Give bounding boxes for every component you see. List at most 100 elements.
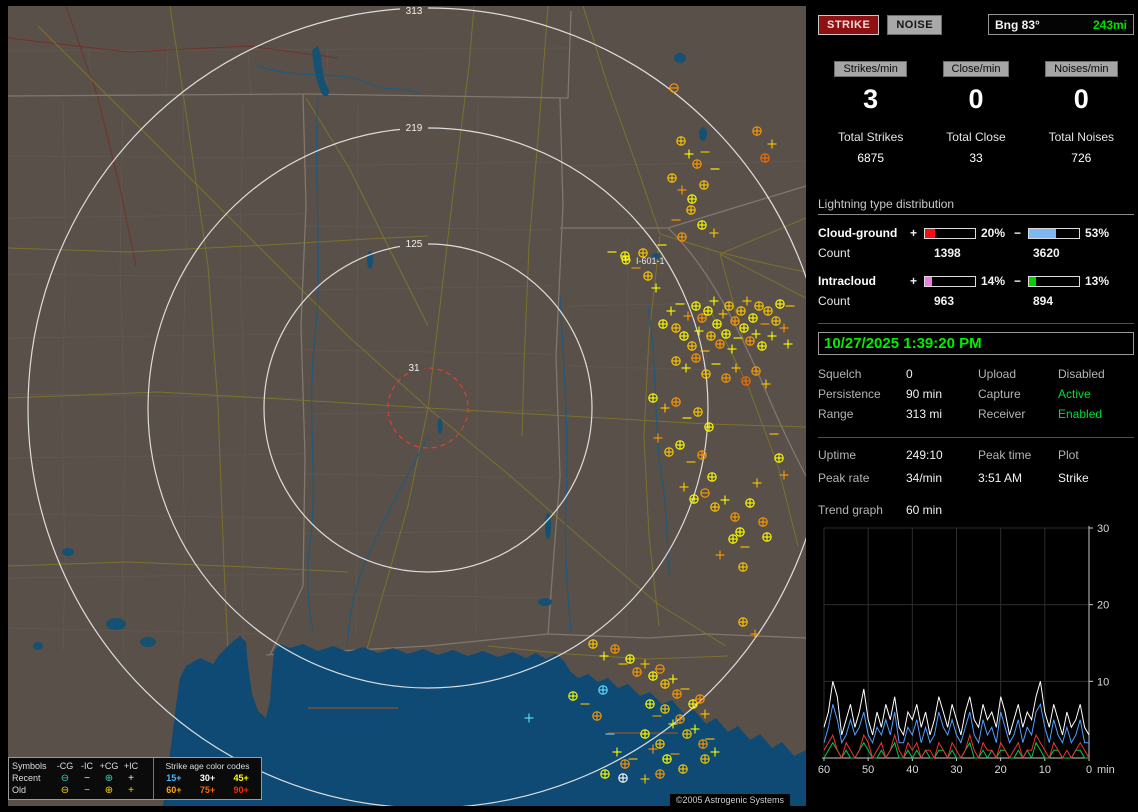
strike-cp: [748, 313, 758, 323]
distribution-title: Lightning type distribution: [818, 197, 1134, 215]
separator: [818, 437, 1134, 438]
noises-per-min-value: 0: [1073, 84, 1089, 114]
ic-negative-bar: [1028, 275, 1080, 287]
strike-cp: [712, 319, 722, 329]
squelch-label: Squelch: [818, 367, 862, 381]
close-per-min-button[interactable]: Close/min: [942, 61, 1010, 77]
strike-cp: [671, 397, 681, 407]
strike-cp: [638, 248, 648, 258]
bearing-value: Bng 83°: [995, 17, 1040, 32]
noises-per-min-button[interactable]: Noises/min: [1045, 61, 1118, 77]
strike-cp: [691, 301, 701, 311]
noise-button[interactable]: NOISE: [887, 14, 943, 35]
intracloud-row: Intracloud + 14% − 13%: [818, 271, 1134, 291]
uptime-value: 249:10: [906, 448, 943, 462]
strike-cp: [771, 316, 781, 326]
legend-col-header: -CG: [56, 761, 74, 771]
legend-symbol: ⊖: [60, 785, 70, 796]
plus-sign: +: [910, 226, 918, 240]
persistence-value: 90 min: [906, 387, 943, 401]
strike-cp: [662, 754, 672, 764]
datetime-display: 10/27/2025 1:39:20 PM: [818, 332, 1134, 355]
ic-positive-pct: 14%: [981, 274, 1006, 288]
strikes-column: Strikes/min 3 Total Strikes 6875: [818, 61, 923, 165]
strike-cp: [700, 754, 710, 764]
strike-cp: [730, 316, 740, 326]
minus-sign: −: [1014, 274, 1022, 288]
legend-symbol: +: [128, 785, 134, 796]
legend-symbol: ⊕: [104, 773, 114, 784]
x-axis-unit: min: [1097, 764, 1115, 776]
capture-label: Capture: [978, 387, 1021, 401]
strike-p: [700, 709, 710, 719]
strike-cp: [745, 336, 755, 346]
cg-positive-count: 1398: [934, 246, 961, 260]
strike-cp: [695, 694, 705, 704]
strike-p: [767, 331, 777, 341]
cloud-ground-row: Cloud-ground + 20% − 53%: [818, 223, 1134, 243]
strike-button[interactable]: STRIKE: [818, 14, 880, 35]
strike-cp: [697, 313, 707, 323]
legend-col-header: -IC: [81, 761, 93, 771]
strike-cp: [738, 617, 748, 627]
ring-label: 125: [406, 239, 423, 250]
strike-cp: [691, 353, 701, 363]
trend-graph-canvas: 30 20 10 60 50 40 30 20 10 0 min: [818, 523, 1115, 776]
strike-cp: [592, 711, 602, 721]
strike-cp: [745, 498, 755, 508]
strike-cp: [701, 369, 711, 379]
control-panel: STRIKE NOISE Bng 83° 243mi Strikes/min 3…: [814, 0, 1138, 812]
y-tick-label: 30: [1097, 523, 1109, 535]
capture-value: Active: [1058, 387, 1091, 401]
separator: [818, 323, 1134, 324]
strike-cp: [675, 714, 685, 724]
legend-old-label: Old: [12, 785, 27, 795]
legend-age-title: Strike age color codes: [165, 761, 250, 771]
x-tick-label: 0: [1086, 764, 1092, 776]
age-code: 90+: [233, 785, 249, 795]
uptime-label: Uptime: [818, 448, 857, 462]
strike-cp: [632, 667, 642, 677]
marker-label: I-601-1: [636, 256, 665, 266]
noises-column: Noises/min 0 Total Noises 726: [1029, 61, 1134, 165]
strike-p: [640, 659, 650, 669]
legend-age-codes: Strike age color codes 15+ 30+ 45+ 60+ 75+ 9…: [154, 758, 261, 799]
age-code: 30+: [199, 773, 216, 783]
strike-cp: [677, 232, 687, 242]
strike-p: [677, 185, 687, 195]
strike-p: [720, 495, 730, 505]
strike-p: [715, 550, 725, 560]
legend-symbols: Symbols -CG -IC +CG +IC Recent ⊖ − ⊕ + Old …: [9, 758, 154, 799]
x-tick-label: 20: [995, 764, 1007, 776]
strike-cp: [658, 319, 668, 329]
strike-cp: [721, 373, 731, 383]
strike-cp: [598, 685, 608, 695]
strike-cp: [721, 329, 731, 339]
strike-p: [783, 339, 793, 349]
legend-symbol: ⊖: [60, 773, 70, 784]
intracloud-count-row: Count 963 894: [818, 291, 1134, 311]
strike-cp: [640, 729, 650, 739]
age-code: 60+: [166, 785, 182, 795]
strike-cp: [730, 512, 740, 522]
strike-cp: [588, 639, 598, 649]
strike-cm: [655, 664, 665, 674]
strike-cp: [660, 679, 670, 689]
total-noises-value: 726: [1071, 151, 1092, 165]
strike-p: [767, 139, 777, 149]
strike-p: [660, 403, 670, 413]
cg-negative-bar: [1028, 227, 1080, 239]
strike-cp: [751, 366, 761, 376]
strikes-per-min-button[interactable]: Strikes/min: [834, 61, 907, 77]
strike-cp: [620, 251, 630, 261]
map-canvas: 313 219 125 31 I-601-1: [8, 6, 806, 806]
strike-p: [742, 296, 752, 306]
ic-positive-count: 963: [934, 294, 955, 308]
strike-cp: [678, 764, 688, 774]
peak-time-value: 3:51 AM: [978, 471, 1023, 485]
strike-p: [653, 433, 663, 443]
strike-cp: [655, 739, 665, 749]
strike-cp: [724, 301, 734, 311]
strike-p: [751, 329, 761, 339]
strike-cp: [645, 699, 655, 709]
